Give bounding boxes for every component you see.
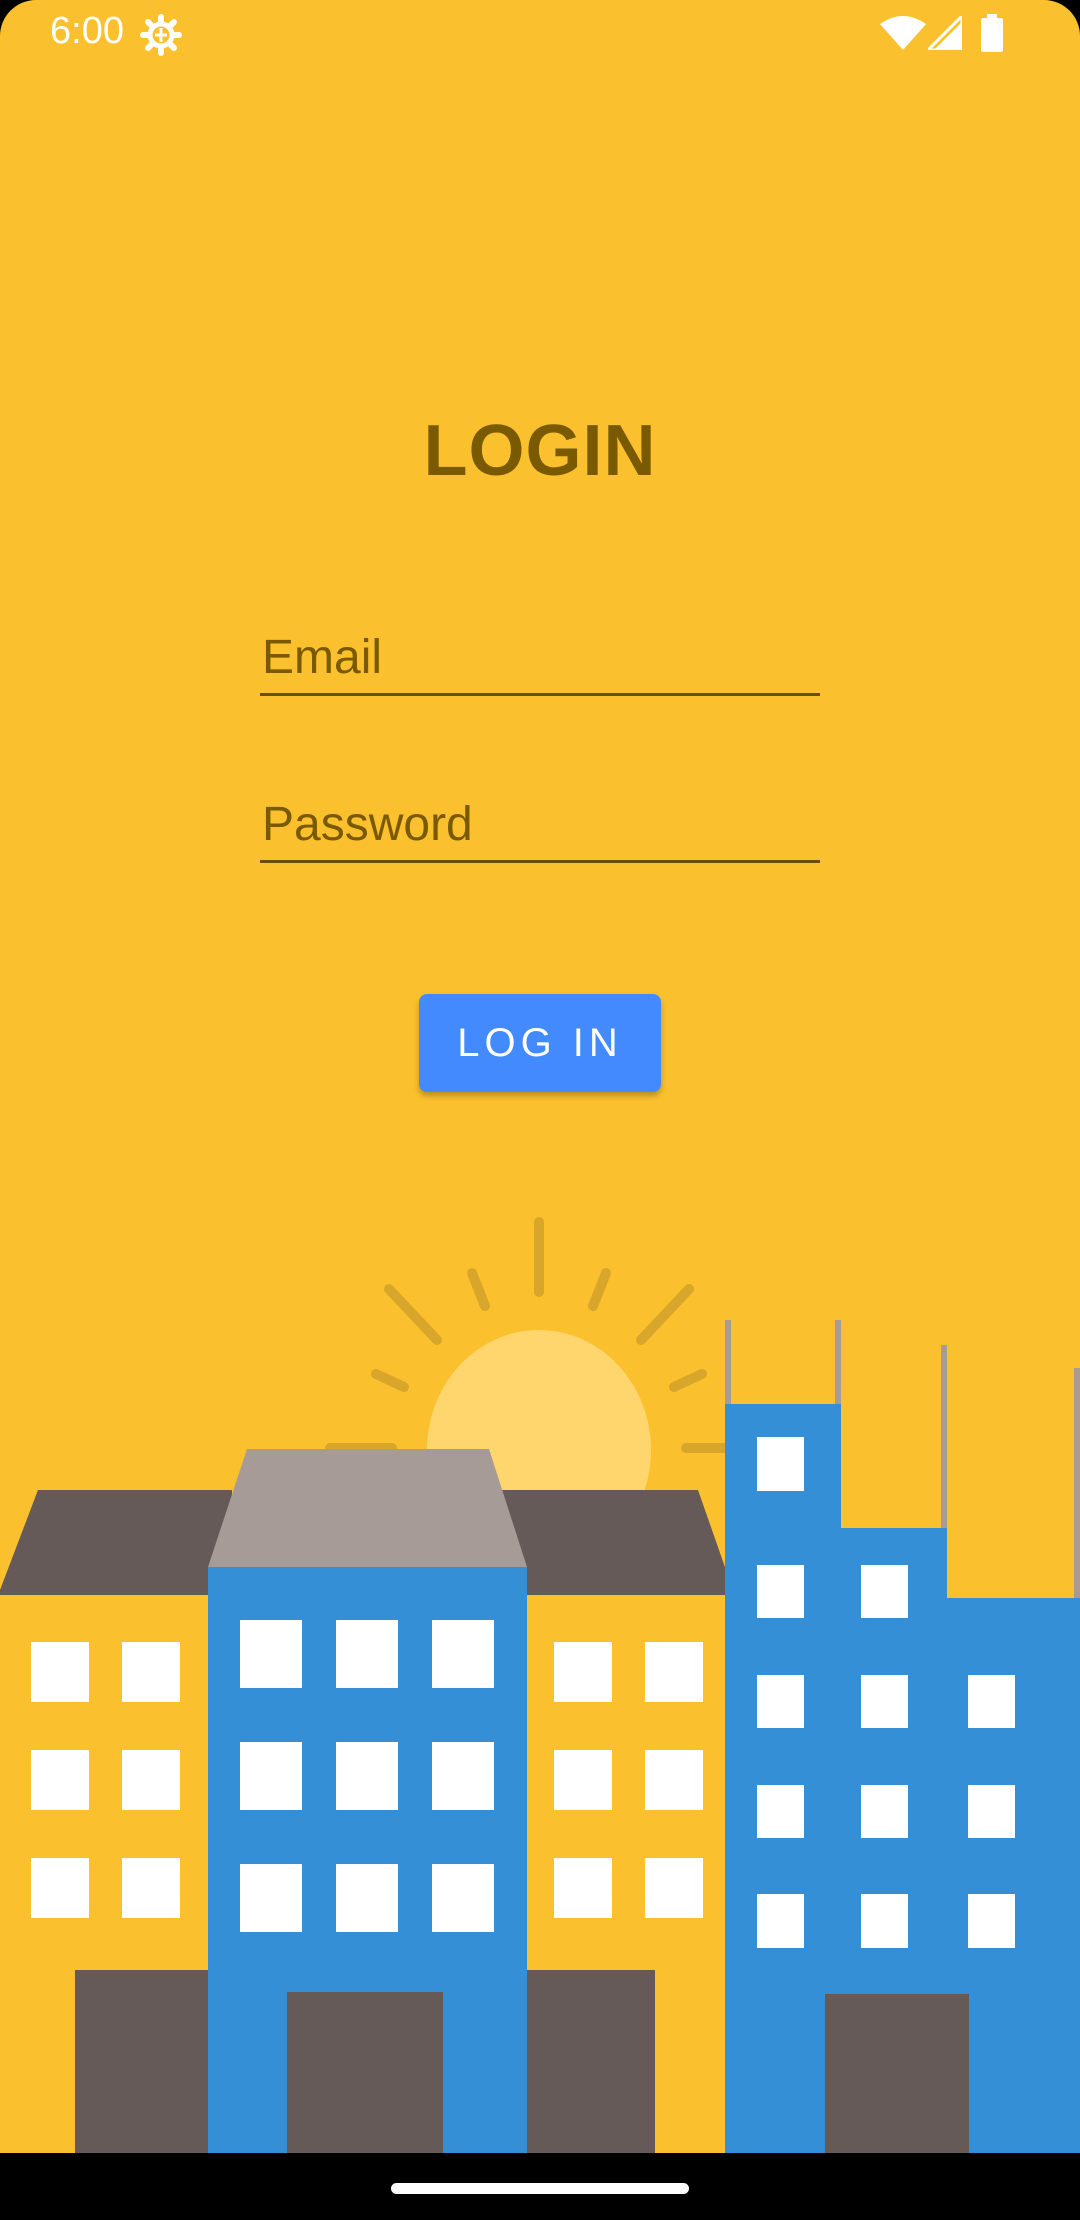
- right-roof: [500, 1490, 726, 1595]
- home-gesture-handle[interactable]: [391, 2183, 689, 2194]
- status-bar: 6:00: [0, 0, 1080, 66]
- settings-gear-icon: [140, 14, 182, 56]
- login-screen: 6:00 LOGIN Email LOG IN: [0, 0, 1080, 2220]
- email-field[interactable]: [260, 630, 820, 696]
- city-skyline-illustration: [0, 1217, 1080, 2160]
- status-time: 6:00: [50, 10, 124, 52]
- password-field[interactable]: [260, 797, 820, 863]
- cell-signal-icon: [928, 16, 962, 50]
- page-title: LOGIN: [423, 411, 657, 491]
- login-button[interactable]: LOG IN: [419, 994, 661, 1092]
- wifi-icon: [880, 16, 926, 50]
- battery-icon: [981, 14, 1003, 52]
- email-field-container: [260, 630, 820, 696]
- center-building-windows: [240, 1620, 494, 1932]
- center-roof: [208, 1449, 527, 1567]
- password-field-container: [260, 797, 820, 863]
